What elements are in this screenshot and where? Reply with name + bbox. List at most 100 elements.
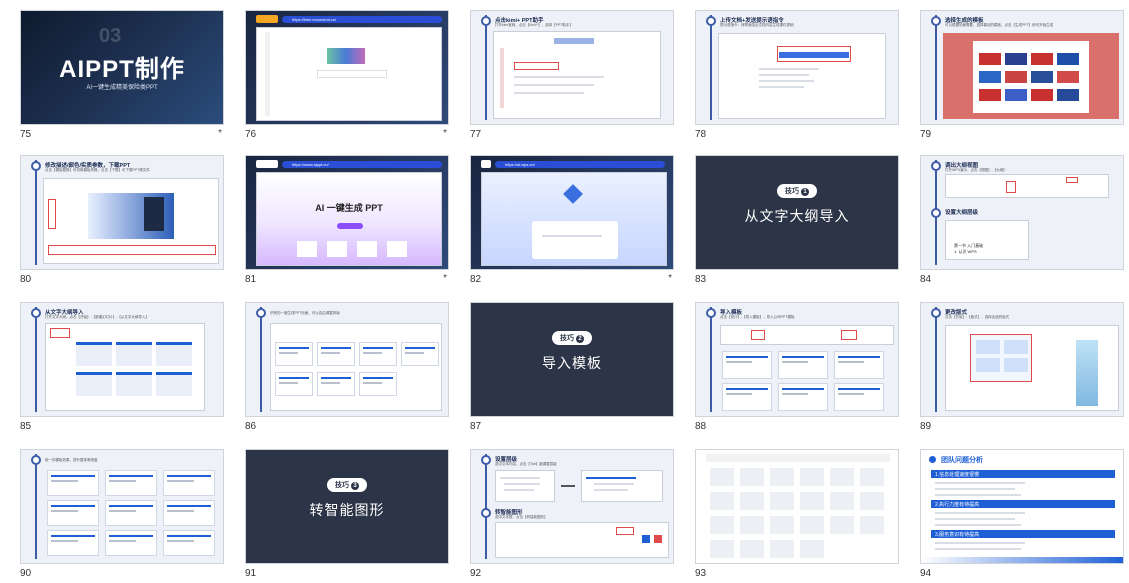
slide-subtitle-2: 选中文本框，点击【转智能图形】 [495, 515, 548, 519]
slide-thumbnail[interactable]: https://kimi.moonshot.cn/ [245, 10, 449, 125]
slide-87[interactable]: 技巧 2 导入模板 87 [470, 302, 674, 448]
animation-star-icon: * [443, 273, 447, 284]
slide-thumbnail[interactable]: 03 AIPPT制作 AI一键生成精美保险类PPT [20, 10, 224, 125]
slide-number: 78 [695, 129, 707, 140]
slide-79[interactable]: 选择生成的模板 可以根据场景需要，选择喜欢的模板，点击【生成PPT】即可开始生成 [920, 10, 1124, 156]
slide-subtitle: 点击【模板替换】可切换模板风格，点击【下载】可下载PPT源文件 [45, 168, 150, 172]
slide-thumbnail[interactable]: 从文字大纲导入 打开文字大纲，点击【开始】-【新建幻灯片】-【从文字大纲导入】 [20, 302, 224, 417]
screenshot [945, 325, 1119, 411]
slide-subtitle: 点击【设计】-【导入模板】，导入公司PPT模板 [720, 315, 795, 319]
slide-91[interactable]: 技巧 3 转智能图形 91 [245, 449, 449, 583]
slide-thumbnail[interactable]: 选择生成的模板 可以根据场景需要，选择喜欢的模板，点击【生成PPT】即可开始生成 [920, 10, 1124, 125]
slide-thumbnail[interactable]: 调出大纲视图 打开WPS演示，点击【视图】-【大纲】 设置大纲层级 第一节 入门… [920, 155, 1124, 270]
slide-thumbnail[interactable]: https://www.aippt.cn/ AI 一键生成 PPT [245, 155, 449, 270]
slide-thumbnail[interactable]: https://ai.wps.cn/ [470, 155, 674, 270]
slide-thumbnail[interactable] [695, 449, 899, 564]
slide-thumbnail[interactable]: 统一的模板效果，提升整体美观度 [20, 449, 224, 564]
section-title: 导入模板 [542, 355, 602, 371]
slide-subtitle: 可以根据场景需要，选择喜欢的模板，点击【生成PPT】即可开始生成 [945, 23, 1054, 27]
slide-number: 92 [470, 568, 482, 579]
slide-78[interactable]: 上传文档+发送提示语指令 提示语指令：请帮我结合文档内容生成课件提纲 78 [695, 10, 899, 156]
screenshot [270, 323, 442, 411]
slide-thumbnail[interactable]: 设置层级 选中文本内容，点击【Tab】键调整层级 转智能图形 选中文本框，点击【… [470, 449, 674, 564]
animation-star-icon: * [668, 273, 672, 284]
slide-92[interactable]: 设置层级 选中文本内容，点击【Tab】键调整层级 转智能图形 选中文本框，点击【… [470, 449, 674, 583]
slide-title-2: 设置大纲层级 [945, 210, 979, 216]
logo-badge [256, 160, 278, 168]
slide-93[interactable]: 93 [695, 449, 899, 583]
slide-number: 91 [245, 568, 257, 579]
slide-number: 80 [20, 274, 32, 285]
outline-screenshot: 第一节 入门基础 1. 认识 WPS [945, 220, 1029, 260]
slide-thumbnail[interactable]: 更改版式 点击【开始】-【版式】，选择合适的版式 [920, 302, 1124, 417]
slide-89[interactable]: 更改版式 点击【开始】-【版式】，选择合适的版式 89 [920, 302, 1124, 448]
slide-subtitle: 打开WPS演示，点击【视图】-【大纲】 [945, 168, 1007, 172]
slide-subtitle: 识别的一键生成PPT页面，可以自由调整排版 [270, 311, 340, 315]
slide-86[interactable]: 识别的一键生成PPT页面，可以自由调整排版 86 [245, 302, 449, 448]
tip-badge: 技巧 3 [327, 478, 367, 492]
slide-84[interactable]: 调出大纲视图 打开WPS演示，点击【视图】-【大纲】 设置大纲层级 第一节 入门… [920, 155, 1124, 301]
slide-number: 86 [245, 421, 257, 432]
slide-subtitle: 打开kimi官网，点击【Kimi+】，选择【PPT助手】 [495, 23, 573, 27]
slide-76[interactable]: https://kimi.moonshot.cn/ 76 * [245, 10, 449, 156]
slide-80[interactable]: 修改描述/颜色/实质参数，下载PPT 点击【模板替换】可切换模板风格，点击【下载… [20, 155, 224, 301]
section-2-label: 2.执行力度有待提高 [935, 502, 980, 508]
slide-thumbnail[interactable]: 技巧 2 导入模板 [470, 302, 674, 417]
section-title: 从文字大纲导入 [744, 208, 850, 224]
slide-thumbnail[interactable]: 修改描述/颜色/实质参数，下载PPT 点击【模板替换】可切换模板风格，点击【下载… [20, 155, 224, 270]
animation-star-icon: * [218, 128, 222, 139]
tip-badge: 技巧 2 [552, 331, 592, 345]
slide-thumbnail[interactable]: 导入模板 点击【设计】-【导入模板】，导入公司PPT模板 [695, 302, 899, 417]
slide-thumbnail[interactable]: 技巧 3 转智能图形 [245, 449, 449, 564]
slide-subtitle: 打开文字大纲，点击【开始】-【新建幻灯片】-【从文字大纲导入】 [45, 315, 149, 319]
hero-title: AI 一键生成 PPT [315, 203, 383, 213]
toolbar-screenshot [945, 174, 1109, 198]
url-text: https://kimi.moonshot.cn/ [292, 17, 337, 22]
slide-81[interactable]: https://www.aippt.cn/ AI 一键生成 PPT 81 * [245, 155, 449, 301]
slide-number: 82 [470, 274, 482, 285]
section-1-label: 1.信息处理速度很慢 [935, 472, 980, 478]
slide-thumbnail[interactable]: 识别的一键生成PPT页面，可以自由调整排版 [245, 302, 449, 417]
animation-star-icon: * [443, 128, 447, 139]
slide-88[interactable]: 导入模板 点击【设计】-【导入模板】，导入公司PPT模板 88 [695, 302, 899, 448]
bullet-dot-icon [929, 456, 936, 463]
slide-number: 79 [920, 129, 932, 140]
slide-number: 87 [470, 421, 482, 432]
url-text: https://www.aippt.cn/ [292, 162, 329, 167]
bg-number: 03 [99, 25, 122, 47]
logo-badge [256, 15, 278, 23]
slide-number: 88 [695, 421, 707, 432]
slide-subtitle: 提示语指令：请帮我结合文档内容生成课件提纲 [720, 23, 794, 27]
cover-subtitle: AI一键生成精美保险类PPT [86, 85, 158, 91]
slide-number: 83 [695, 274, 707, 285]
slide-83[interactable]: 技巧 1 从文字大纲导入 83 [695, 155, 899, 301]
screenshot [718, 33, 886, 119]
template-panel [943, 33, 1119, 119]
slide-number: 77 [470, 129, 482, 140]
slide-heading: 团队问题分析 [941, 457, 983, 464]
slide-number: 93 [695, 568, 707, 579]
slide-85[interactable]: 从文字大纲导入 打开文字大纲，点击【开始】-【新建幻灯片】-【从文字大纲导入】 … [20, 302, 224, 448]
cover-title: AIPPT制作 [59, 56, 185, 83]
slide-thumbnail[interactable]: 技巧 1 从文字大纲导入 [695, 155, 899, 270]
slide-number: 81 [245, 274, 257, 285]
slide-thumbnail[interactable]: 团队问题分析 1.信息处理速度很慢 2.执行力度有待提高 3.服务意识有待提高 [920, 449, 1124, 564]
slide-number: 90 [20, 568, 32, 579]
slide-number: 94 [920, 568, 932, 579]
slide-thumbnail[interactable]: 点击kimi+ PPT助手 打开kimi官网，点击【Kimi+】，选择【PPT助… [470, 10, 674, 125]
slide-75[interactable]: 03 AIPPT制作 AI一键生成精美保险类PPT 75 * [20, 10, 224, 156]
slide-82[interactable]: https://ai.wps.cn/ 82 * [470, 155, 674, 301]
slide-subtitle: 选中文本内容，点击【Tab】键调整层级 [495, 462, 557, 466]
logo-badge [481, 160, 491, 168]
toolbar-screenshot [720, 325, 894, 345]
slide-number: 75 [20, 129, 32, 140]
slide-77[interactable]: 点击kimi+ PPT助手 打开kimi官网，点击【Kimi+】，选择【PPT助… [470, 10, 674, 156]
slide-subtitle: 点击【开始】-【版式】，选择合适的版式 [945, 315, 1010, 319]
screenshot [493, 31, 661, 119]
slide-thumbnail[interactable]: 上传文档+发送提示语指令 提示语指令：请帮我结合文档内容生成课件提纲 [695, 10, 899, 125]
screenshot [43, 178, 219, 264]
screenshot-after [581, 470, 663, 502]
slide-90[interactable]: 统一的模板效果，提升整体美观度 90 [20, 449, 224, 583]
screenshot [481, 172, 667, 266]
slide-94[interactable]: 团队问题分析 1.信息处理速度很慢 2.执行力度有待提高 3.服务意识有待提高 … [920, 449, 1124, 583]
